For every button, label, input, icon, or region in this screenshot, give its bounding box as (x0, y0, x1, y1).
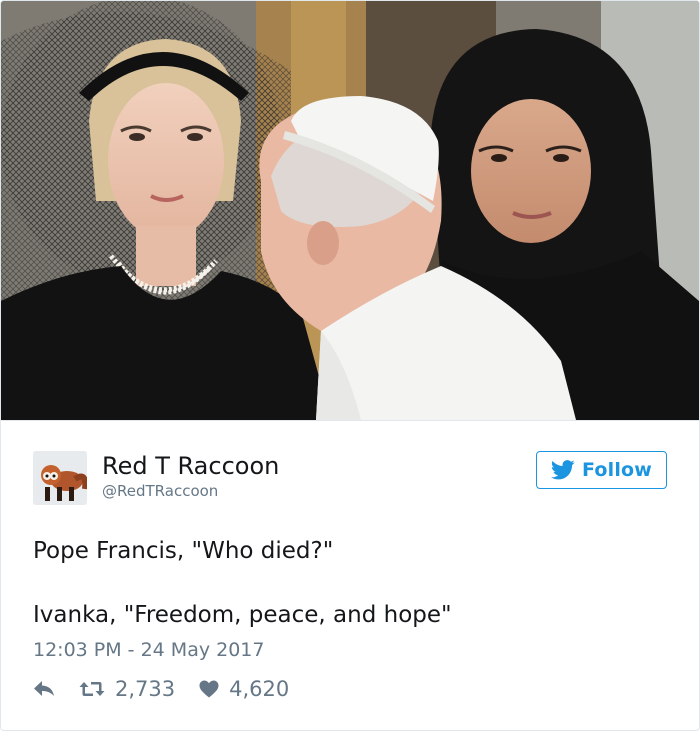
red-panda-avatar-icon (33, 451, 87, 505)
tweet-timestamp[interactable]: 12:03 PM - 24 May 2017 (33, 638, 264, 662)
tweet-card: Red T Raccoon @RedTRaccoon Follow Pope F… (0, 0, 700, 731)
photo-divider (1, 420, 699, 421)
photo-illustration (1, 1, 699, 420)
follow-label: Follow (581, 459, 653, 481)
like-count: 4,620 (229, 677, 290, 701)
follow-button[interactable]: Follow (536, 451, 667, 489)
tweet-text: Pope Francis, "Who died?" Ivanka, "Freed… (33, 538, 452, 628)
heart-icon (199, 680, 219, 698)
retweet-count: 2,733 (115, 677, 176, 701)
twitter-bird-icon (550, 460, 575, 480)
tweet-actions: 2,733 4,620 (33, 675, 289, 703)
retweet-button[interactable]: 2,733 (79, 675, 175, 703)
author-screen-name[interactable]: @RedTRaccoon (102, 482, 218, 500)
retweet-icon (79, 679, 105, 699)
author-avatar[interactable] (33, 451, 87, 505)
tweet-photo[interactable] (1, 1, 699, 420)
like-button[interactable]: 4,620 (199, 675, 289, 703)
reply-icon (33, 680, 55, 698)
author-display-name[interactable]: Red T Raccoon (102, 452, 279, 480)
reply-button[interactable] (33, 680, 55, 698)
